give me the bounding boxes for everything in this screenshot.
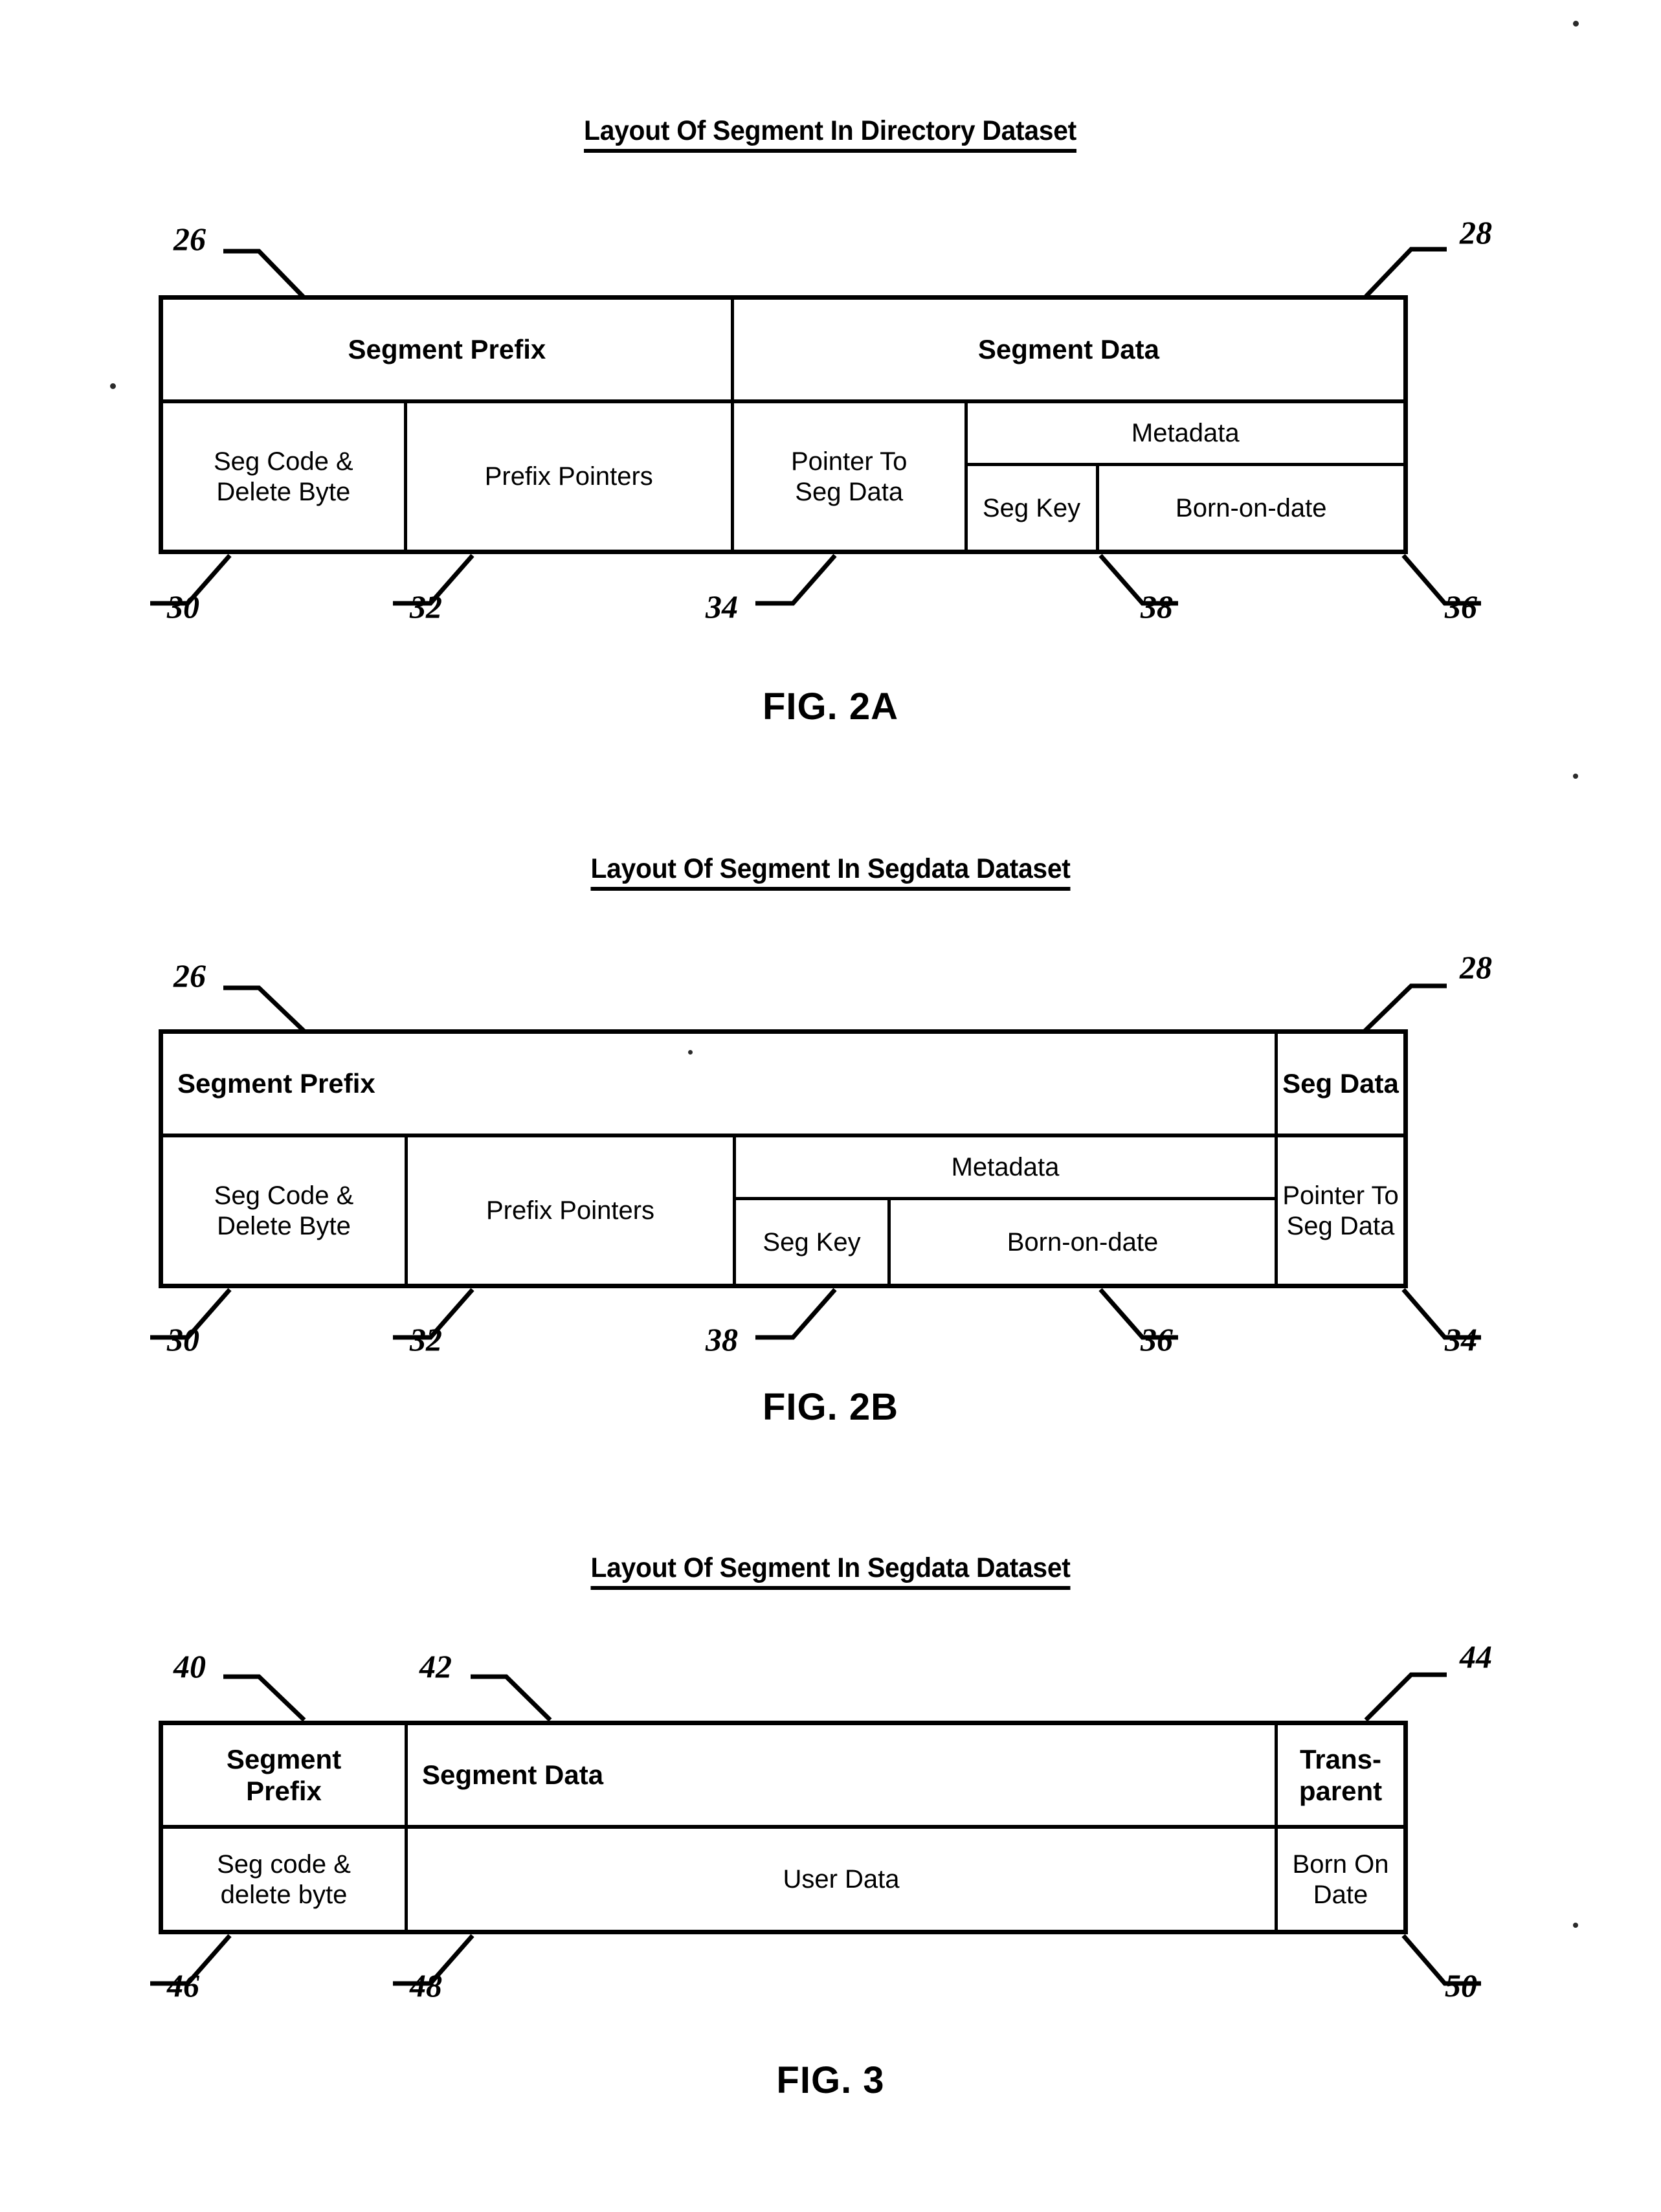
scan-speck — [110, 383, 116, 389]
cell-segment-prefix: Segment Prefix — [226, 1743, 342, 1806]
ref-numeral-26-fig2a: 26 — [173, 221, 206, 257]
metadata-subrow: Seg Key Born-on-date — [736, 1200, 1275, 1284]
ref-numeral-28-fig2b: 28 — [1460, 949, 1492, 985]
scan-speck — [688, 1050, 693, 1055]
figure-2b-heading: Layout Of Segment In Segdata Dataset — [0, 853, 1661, 891]
figure-2a-heading-text: Layout Of Segment In Directory Dataset — [584, 115, 1077, 153]
cell-segment-data: Segment Data — [730, 300, 1403, 399]
cell-metadata: Metadata — [736, 1137, 1275, 1200]
figure-2b-caption: FIG. 2B — [762, 1386, 899, 1428]
cell-born-on-date: Born On Date — [1275, 1829, 1403, 1930]
cell-born-on-date: Born-on-date — [1095, 466, 1403, 550]
figure-2b-table: Segment Prefix Seg Data Seg Code & Delet… — [159, 1029, 1408, 1288]
cell-seg-code-delete-byte: Seg Code & Delete Byte — [213, 447, 353, 506]
ref-numeral-48-fig3: 48 — [410, 1967, 442, 2004]
cell-segment-prefix: Segment Prefix — [177, 1068, 375, 1099]
ref-numeral-28-fig2a: 28 — [1460, 214, 1492, 251]
ref-numeral-32-fig2a: 32 — [410, 588, 442, 625]
figure-2a-caption: FIG. 2A — [762, 686, 899, 728]
cell-metadata-group: Metadata Seg Key Born-on-date — [964, 403, 1403, 550]
figure-2b-header-row: Segment Prefix Seg Data — [163, 1034, 1403, 1137]
ref-numeral-40-fig3: 40 — [173, 1648, 206, 1684]
metadata-subrow: Seg Key Born-on-date — [968, 466, 1403, 550]
ref-numeral-46-fig3: 46 — [167, 1967, 199, 2004]
figure-3-leader-lines-bottom — [150, 1934, 1481, 1986]
scan-speck — [1573, 774, 1578, 779]
scan-speck — [1573, 21, 1579, 27]
figure-2a-leader-lines-bottom — [150, 553, 1481, 606]
ref-numeral-32-fig2b: 32 — [410, 1321, 442, 1357]
ref-numeral-30-fig2b: 30 — [167, 1321, 199, 1357]
ref-numeral-42-fig3: 42 — [419, 1648, 452, 1684]
figure-3-heading: Layout Of Segment In Segdata Dataset — [0, 1552, 1661, 1590]
figure-3-table: Segment Prefix Segment Data Trans- paren… — [159, 1721, 1408, 1934]
figure-2a-data-row: Seg Code & Delete Byte Prefix Pointers P… — [163, 403, 1403, 550]
cell-born-on-date: Born-on-date — [887, 1200, 1275, 1284]
ref-numeral-38-fig2b: 38 — [706, 1321, 738, 1357]
ref-numeral-26-fig2b: 26 — [173, 957, 206, 994]
cell-prefix-pointers: Prefix Pointers — [405, 1137, 733, 1284]
ref-numeral-34-fig2b: 34 — [1445, 1321, 1477, 1357]
figure-3-heading-text: Layout Of Segment In Segdata Dataset — [590, 1552, 1071, 1590]
cell-seg-key: Seg Key — [982, 493, 1081, 522]
figure-3-data-row: Seg code & delete byte User Data Born On… — [163, 1829, 1403, 1930]
ref-numeral-34-fig2a: 34 — [706, 588, 738, 625]
cell-pointer-to-seg-data: Pointer To Seg Data — [730, 403, 964, 550]
cell-prefix-pointers: Prefix Pointers — [403, 403, 731, 550]
cell-transparent: Trans- parent — [1275, 1725, 1403, 1825]
ref-numeral-50-fig3: 50 — [1445, 1967, 1477, 2004]
cell-metadata: Metadata — [967, 403, 1403, 466]
ref-numeral-36-fig2b: 36 — [1141, 1321, 1173, 1357]
figure-3-caption: FIG. 3 — [776, 2059, 885, 2101]
figure-2b-data-row: Seg Code & Delete Byte Prefix Pointers M… — [163, 1137, 1403, 1284]
cell-seg-code-delete-byte: Seg Code & Delete Byte — [214, 1181, 354, 1240]
figure-2b-leader-lines-bottom — [150, 1288, 1481, 1340]
cell-segment-data: Segment Data — [405, 1725, 1275, 1825]
ref-numeral-30-fig2a: 30 — [167, 588, 199, 625]
ref-numeral-44-fig3: 44 — [1460, 1638, 1492, 1675]
cell-seg-code-delete-byte: Seg code & delete byte — [217, 1849, 351, 1909]
cell-seg-key: Seg Key — [763, 1227, 861, 1257]
figure-2a-header-row: Segment Prefix Segment Data — [163, 300, 1403, 403]
cell-seg-data: Seg Data — [1275, 1034, 1403, 1134]
cell-metadata-group: Metadata Seg Key Born-on-date — [733, 1137, 1275, 1284]
ref-numeral-38-fig2a: 38 — [1141, 588, 1173, 625]
ref-numeral-36-fig2a: 36 — [1445, 588, 1477, 625]
scan-speck — [1573, 1923, 1578, 1928]
cell-segment-prefix: Segment Prefix — [348, 334, 546, 365]
figure-2b-heading-text: Layout Of Segment In Segdata Dataset — [590, 853, 1071, 891]
cell-pointer-to-seg-data: Pointer To Seg Data — [1275, 1137, 1403, 1284]
cell-user-data: User Data — [405, 1829, 1275, 1930]
figure-2a-heading: Layout Of Segment In Directory Dataset — [0, 115, 1661, 153]
figure-2a-table: Segment Prefix Segment Data Seg Code & D… — [159, 295, 1408, 554]
figure-3-header-row: Segment Prefix Segment Data Trans- paren… — [163, 1725, 1403, 1829]
